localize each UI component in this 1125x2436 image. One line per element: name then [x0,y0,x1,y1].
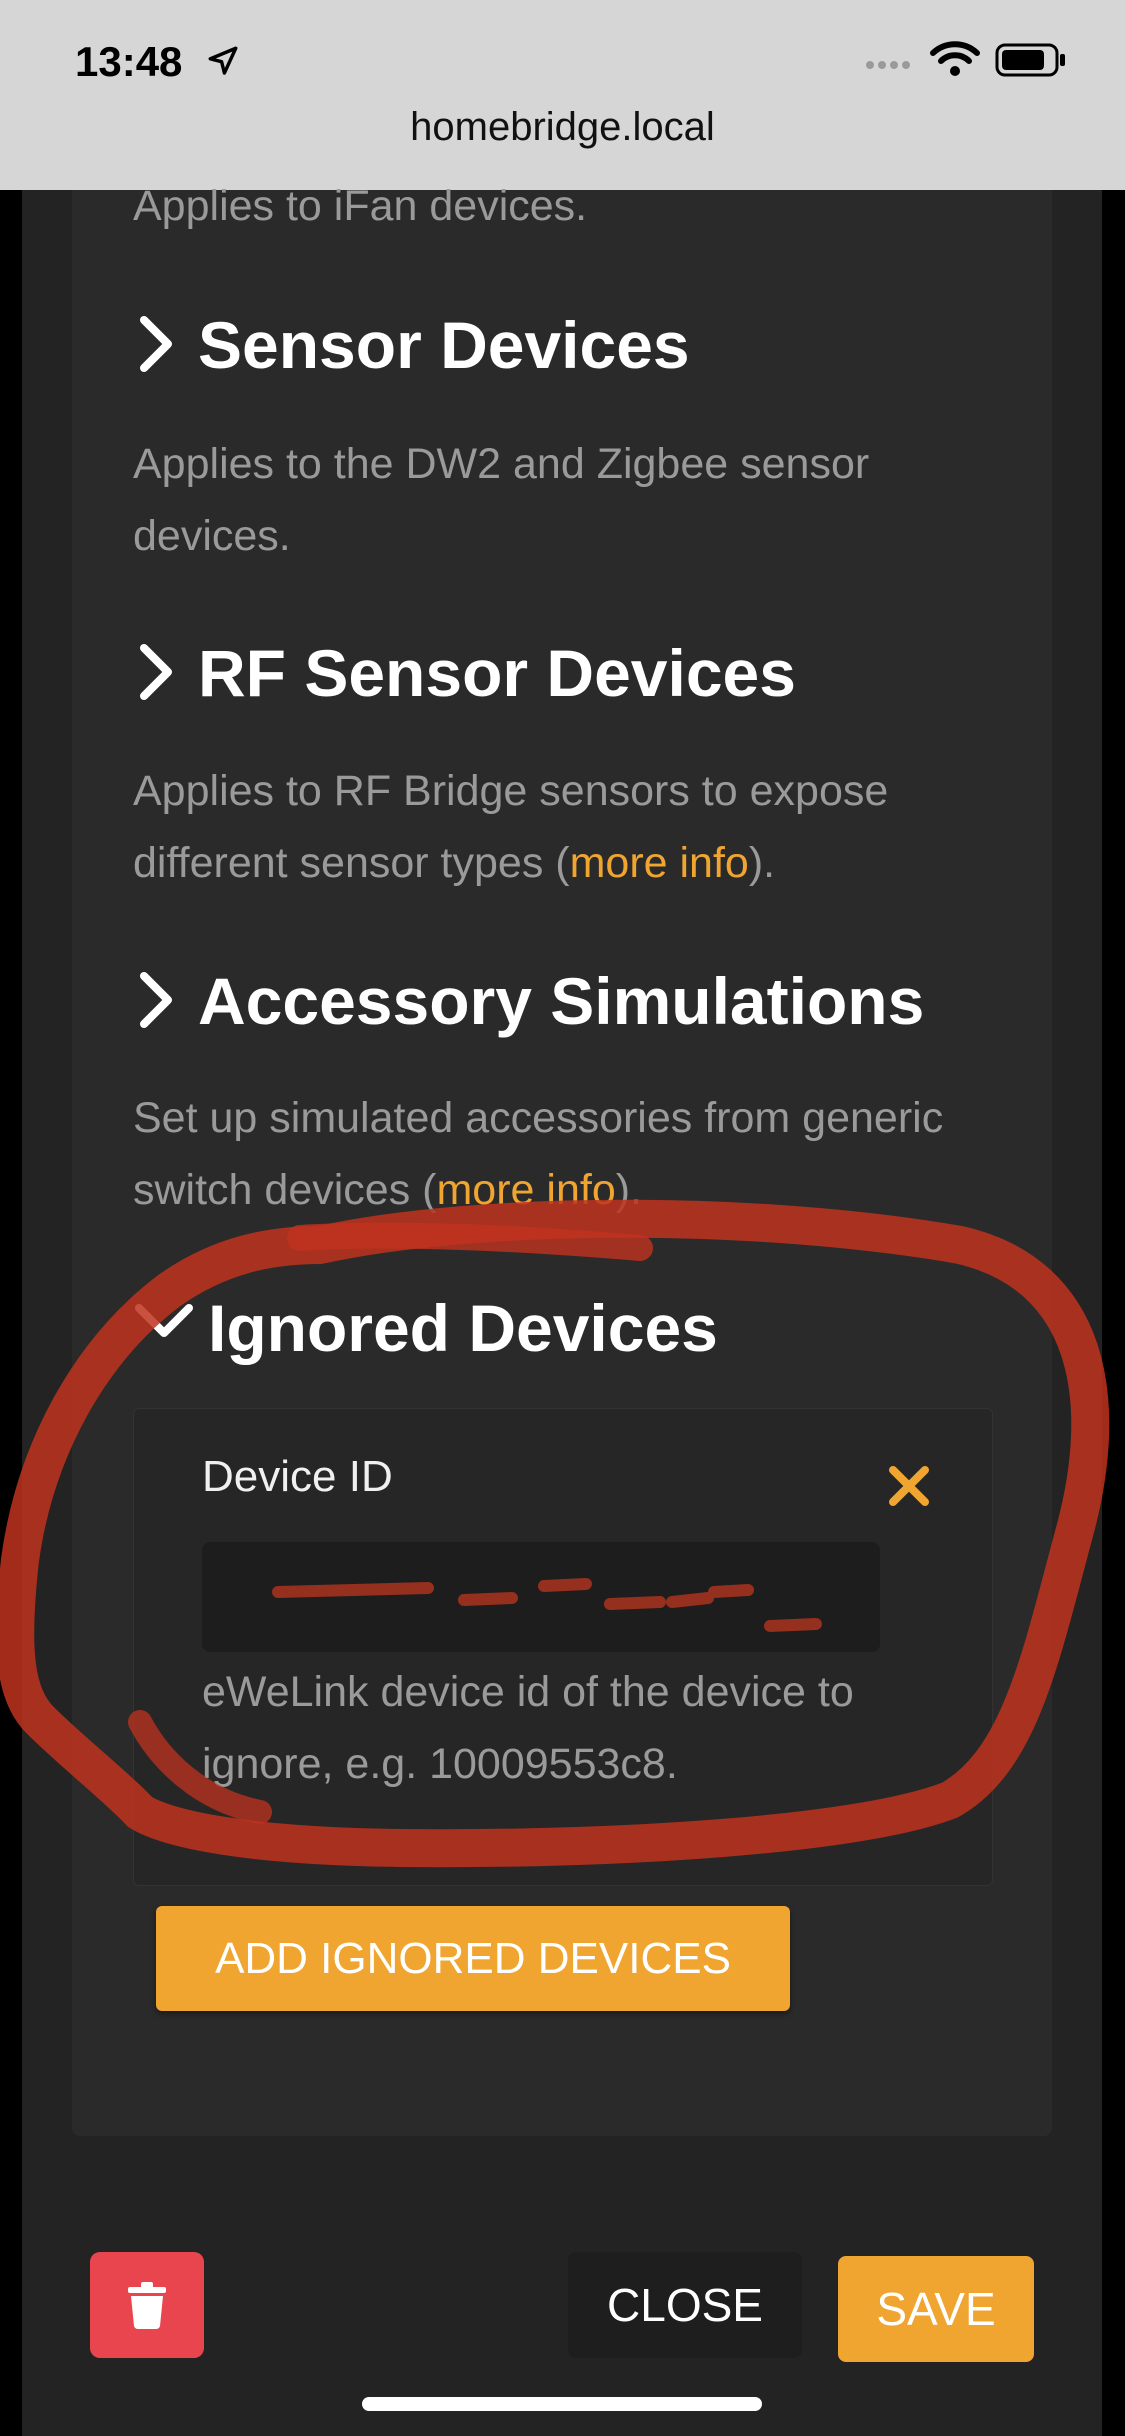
device-id-input[interactable] [202,1542,880,1652]
sensor-devices-description: Applies to the DW2 and Zigbee sensor dev… [133,440,870,560]
accessory-simulations-description: Set up simulated accessories from generi… [133,1082,1033,1226]
delete-button[interactable] [90,2252,204,2358]
ifan-description: Applies to iFan devices. [133,182,588,230]
rf-description-suffix: ). [748,839,776,887]
trash-icon [128,2282,166,2329]
chevron-right-icon[interactable] [136,970,176,1030]
section-header-ignored-devices[interactable]: Ignored Devices [208,1288,718,1368]
accessory-description-suffix: ). [615,1166,643,1214]
device-id-help-text: eWeLink device id of the device to ignor… [202,1668,854,1788]
address-bar-url[interactable]: homebridge.local [0,105,1125,150]
battery-icon [995,43,1065,77]
chevron-down-icon[interactable] [133,1300,195,1340]
clock-time: 13:48 [75,38,183,85]
rf-sensor-description: Applies to RF Bridge sensors to expose d… [133,755,1033,899]
location-arrow-icon [208,46,238,75]
section-header-rf-sensor-devices[interactable]: RF Sensor Devices [198,633,796,713]
more-info-link[interactable]: more info [570,839,749,887]
chevron-right-icon[interactable] [136,314,176,374]
more-info-link[interactable]: more info [436,1166,615,1214]
status-bar: 13:48 homebridge.local [0,0,1125,190]
wifi-icon [930,41,980,76]
device-id-label: Device ID [202,1452,393,1501]
remove-item-icon[interactable] [884,1461,934,1511]
section-header-accessory-simulations[interactable]: Accessory Simulations [198,961,924,1041]
close-button[interactable]: CLOSE [568,2252,802,2358]
section-header-sensor-devices[interactable]: Sensor Devices [198,305,690,385]
home-indicator [362,2397,762,2411]
save-button[interactable]: SAVE [838,2256,1034,2362]
chevron-right-icon[interactable] [136,642,176,702]
add-ignored-devices-button[interactable]: ADD IGNORED DEVICES [156,1906,790,2011]
cellular-signal-icon [866,56,914,74]
